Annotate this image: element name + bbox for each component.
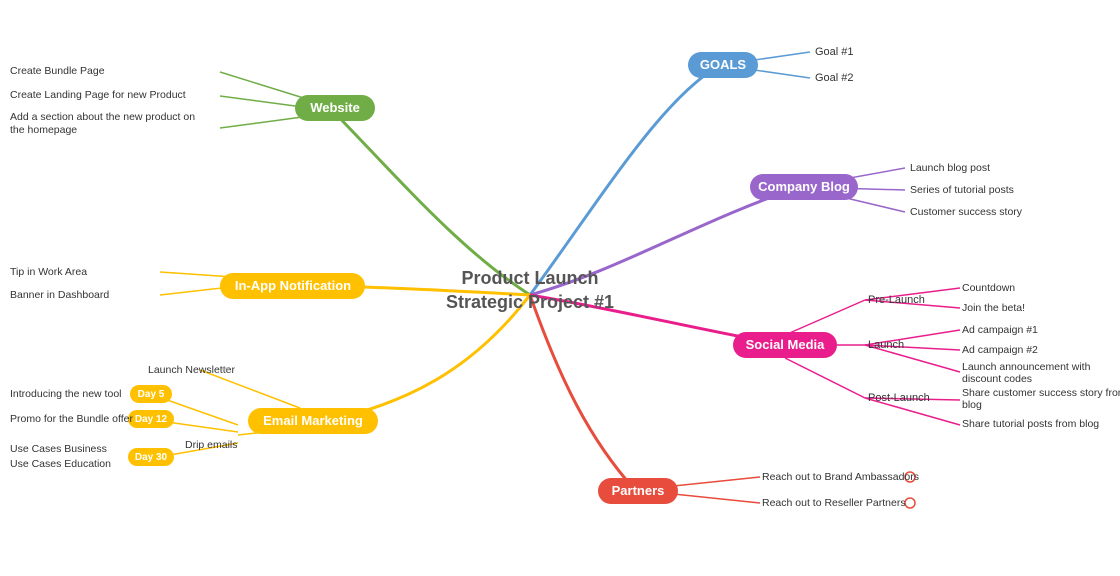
day30-leaf1: Use Cases Business bbox=[10, 443, 107, 455]
inapp-leaf2: Banner in Dashboard bbox=[10, 289, 109, 301]
center-title: Product Launch bbox=[461, 268, 598, 288]
goal2-label: Goal #2 bbox=[815, 72, 854, 84]
postlaunch-leaf1: Share customer success story from bbox=[962, 387, 1120, 399]
svg-text:Company Blog: Company Blog bbox=[758, 179, 850, 194]
svg-text:Day 12: Day 12 bbox=[135, 414, 168, 425]
drip-label: Drip emails bbox=[185, 439, 238, 451]
postlaunch-label: Post-Launch bbox=[868, 392, 930, 404]
launch-leaf1: Ad campaign #1 bbox=[962, 324, 1038, 336]
day30-leaf2: Use Cases Education bbox=[10, 458, 111, 470]
day12-leaf: Promo for the Bundle offer bbox=[10, 413, 133, 425]
goal1-label: Goal #1 bbox=[815, 46, 854, 58]
launch-leaf2: Ad campaign #2 bbox=[962, 344, 1038, 356]
svg-text:Website: Website bbox=[310, 100, 360, 115]
svg-text:✏: ✏ bbox=[222, 365, 231, 376]
prelaunch-label: Pre-Launch bbox=[868, 294, 925, 306]
prelaunch-leaf2: Join the beta! bbox=[962, 302, 1025, 314]
svg-text:Partners: Partners bbox=[612, 483, 665, 498]
postlaunch-leaf1b: blog bbox=[962, 399, 982, 411]
svg-text:Day 5: Day 5 bbox=[138, 389, 165, 400]
blog-leaf2: Series of tutorial posts bbox=[910, 184, 1014, 196]
launch-leaf3: Launch announcement with bbox=[962, 361, 1091, 373]
launch-label: Launch bbox=[868, 339, 904, 351]
inapp-leaf1: Tip in Work Area bbox=[10, 266, 87, 278]
partners-leaf1: Reach out to Brand Ambassadors bbox=[762, 471, 919, 483]
blog-leaf1: Launch blog post bbox=[910, 162, 990, 174]
svg-text:Social Media: Social Media bbox=[746, 337, 826, 352]
day5-leaf: Introducing the new tool bbox=[10, 388, 122, 400]
prelaunch-leaf1: Countdown bbox=[962, 282, 1015, 294]
center-subtitle: Strategic Project #1 bbox=[446, 292, 614, 312]
website-leaf3: Add a section about the new product on bbox=[10, 111, 195, 123]
postlaunch-leaf2: Share tutorial posts from blog bbox=[962, 418, 1099, 430]
website-leaf2: Create Landing Page for new Product bbox=[10, 89, 186, 101]
svg-text:Day 30: Day 30 bbox=[135, 452, 168, 463]
website-leaf1: Create Bundle Page bbox=[10, 65, 105, 77]
svg-text:GOALS: GOALS bbox=[700, 57, 747, 72]
svg-text:Email Marketing: Email Marketing bbox=[263, 413, 363, 428]
launch-leaf3b: discount codes bbox=[962, 373, 1032, 385]
svg-text:In-App Notification: In-App Notification bbox=[235, 278, 351, 293]
website-leaf3b: the homepage bbox=[10, 124, 77, 136]
partners-leaf2: Reach out to Reseller Partners bbox=[762, 497, 906, 509]
blog-leaf3: Customer success story bbox=[910, 206, 1023, 218]
